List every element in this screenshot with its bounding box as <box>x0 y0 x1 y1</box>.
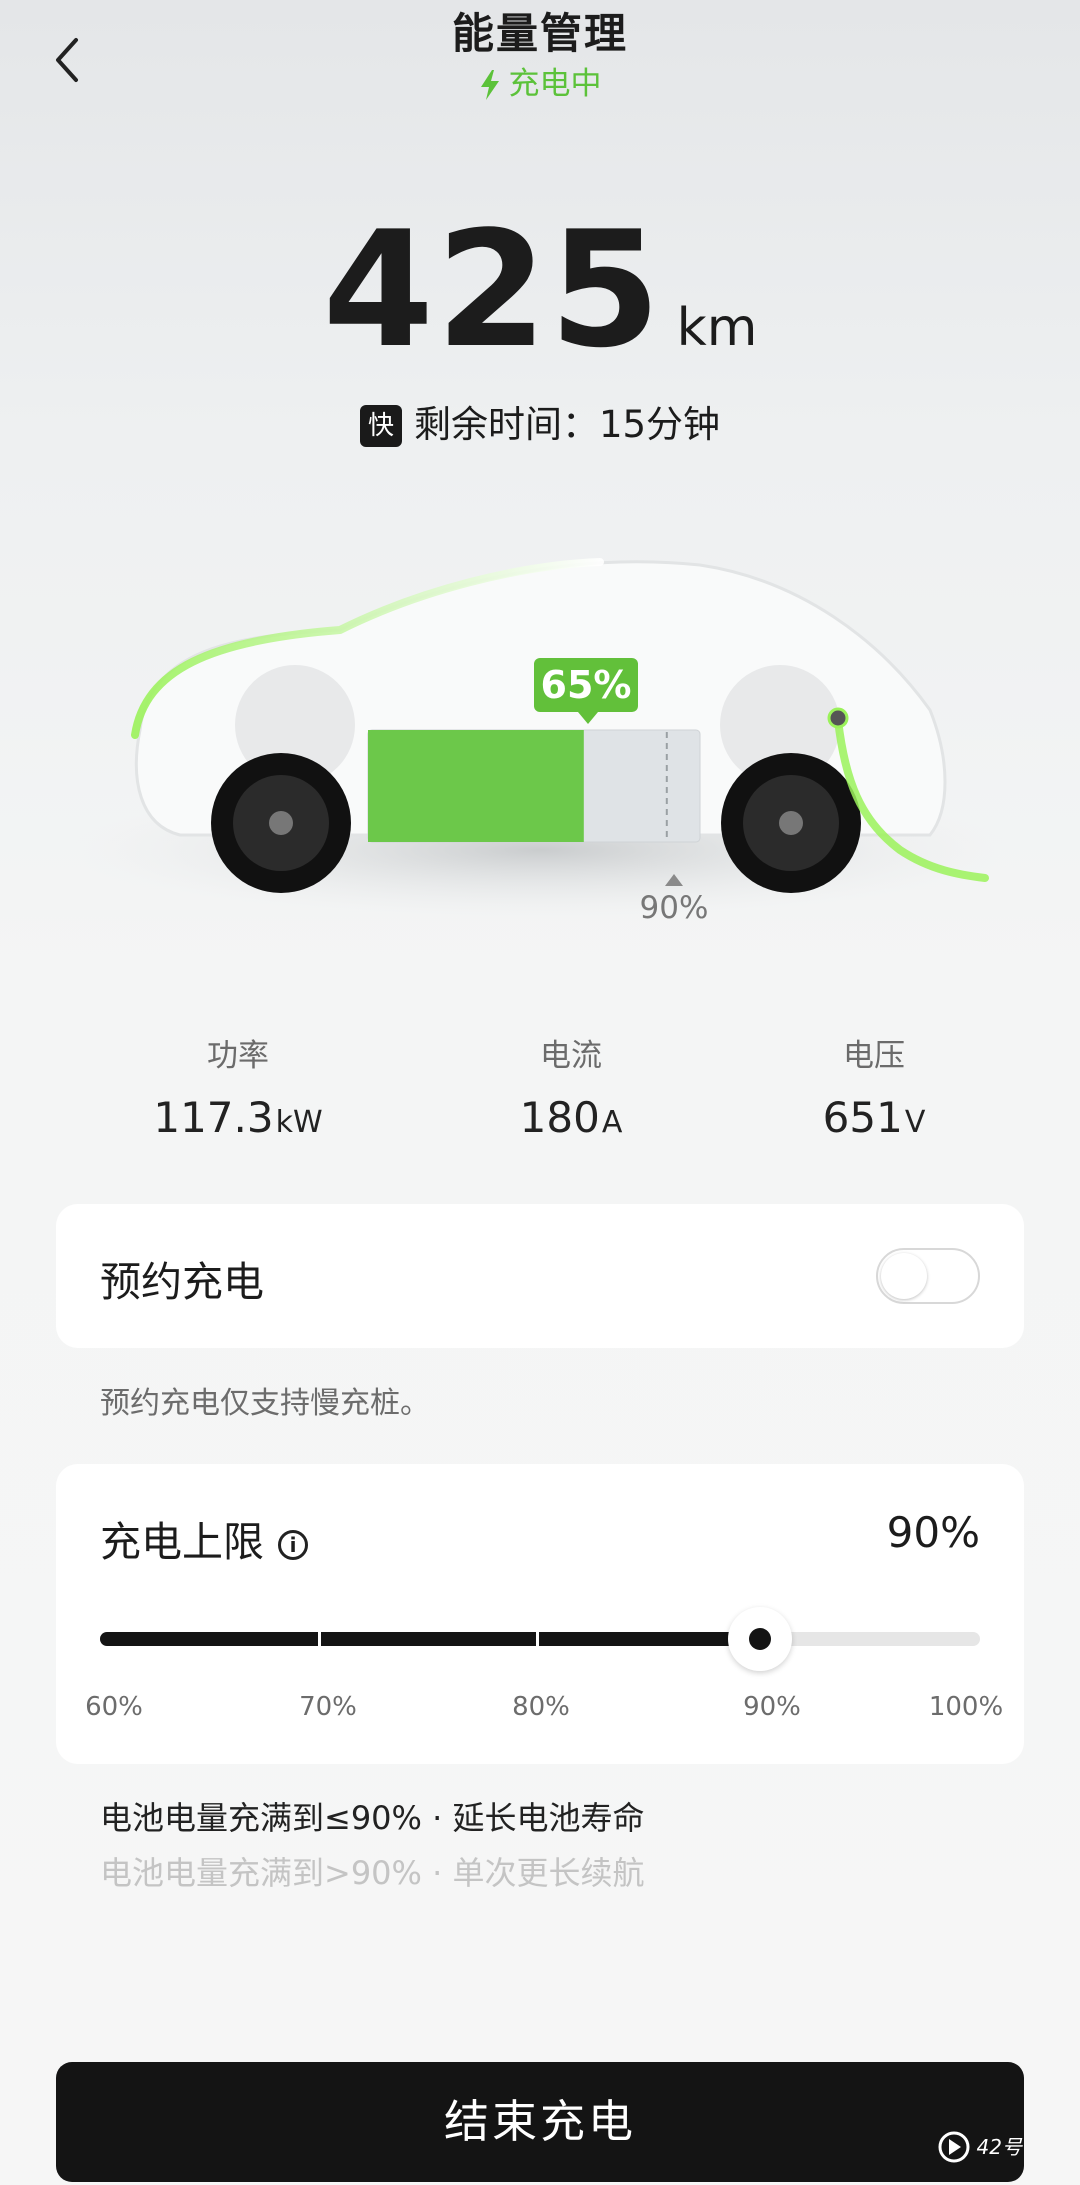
range-unit: km <box>676 298 758 358</box>
charging-status: 充电中 <box>0 58 1080 103</box>
rear-wheel <box>211 753 351 893</box>
slider-separator <box>536 1632 539 1646</box>
battery-limit-label: 90% <box>639 890 709 926</box>
slider-tick: 90% <box>743 1692 801 1722</box>
lightning-icon <box>480 70 499 100</box>
slider-tick: 80% <box>512 1692 570 1722</box>
schedule-label: 预约充电 <box>100 1258 264 1306</box>
fast-charge-badge: 快 <box>359 405 402 447</box>
stat-label: 电流 <box>540 1038 602 1074</box>
charge-limit-card: 充电上限 i 90% 60% 70% 80% 90% 100% <box>56 1464 1024 1764</box>
range-value: 425 <box>322 196 663 383</box>
schedule-toggle[interactable] <box>876 1248 980 1304</box>
stat-number: 180 <box>519 1093 600 1142</box>
slider-thumb[interactable] <box>728 1607 792 1671</box>
stat-label: 功率 <box>207 1038 269 1074</box>
charge-limit-label: 充电上限 <box>100 1518 264 1566</box>
stat-value: 180A <box>421 1093 721 1142</box>
stat-value: 651V <box>724 1093 1024 1142</box>
schedule-note: 预约充电仅支持慢充桩。 <box>100 1386 430 1421</box>
stat-power: 功率 117.3kW <box>88 1030 388 1142</box>
front-wheel <box>721 753 861 893</box>
slider-tick: 100% <box>928 1692 1004 1722</box>
stat-unit: V <box>904 1105 926 1140</box>
triangle-up-icon <box>665 874 683 886</box>
stat-unit: kW <box>275 1105 323 1140</box>
stat-unit: A <box>601 1105 623 1140</box>
stat-label: 电压 <box>843 1038 905 1074</box>
stat-value: 117.3kW <box>88 1093 388 1142</box>
charge-limit-value: 90% <box>886 1508 980 1557</box>
limit-hint-inactive: 电池电量充满到>90% · 单次更长续航 <box>100 1854 645 1892</box>
watermark: 42号 <box>937 2130 1022 2164</box>
limit-hint-active: 电池电量充满到≤90% · 延长电池寿命 <box>100 1799 645 1837</box>
stat-number: 117.3 <box>153 1093 274 1142</box>
stat-voltage: 电压 651V <box>724 1030 1024 1142</box>
battery-fill <box>368 730 584 842</box>
schedule-card: 预约充电 <box>56 1204 1024 1348</box>
battery-percent-badge: 65% <box>534 658 638 724</box>
charging-status-text: 充电中 <box>508 66 602 102</box>
info-icon[interactable]: i <box>278 1530 308 1560</box>
stat-number: 651 <box>822 1093 903 1142</box>
charge-limit-label-wrap: 充电上限 i <box>100 1508 308 1568</box>
slider-fill <box>100 1632 760 1646</box>
slider-separator <box>318 1632 321 1646</box>
remaining-time: 快剩余时间：15分钟 <box>0 394 1080 448</box>
end-charging-button[interactable]: 结束充电 <box>56 2062 1024 2182</box>
page-title: 能量管理 <box>451 9 628 58</box>
toggle-knob <box>881 1253 927 1299</box>
watermark-text: 42号 <box>976 2135 1022 2159</box>
slider-tick: 60% <box>85 1692 143 1722</box>
battery-limit-marker: 90% <box>624 874 724 926</box>
remaining-time-text: 剩余时间：15分钟 <box>413 403 721 446</box>
charging-plug <box>827 707 849 729</box>
stat-current: 电流 180A <box>421 1030 721 1142</box>
charge-limit-slider[interactable] <box>100 1607 980 1671</box>
watermark-logo-icon <box>938 2131 970 2163</box>
car-illustration <box>70 558 1010 920</box>
slider-tick: 70% <box>299 1692 357 1722</box>
range-display: 425 km <box>0 210 1080 370</box>
